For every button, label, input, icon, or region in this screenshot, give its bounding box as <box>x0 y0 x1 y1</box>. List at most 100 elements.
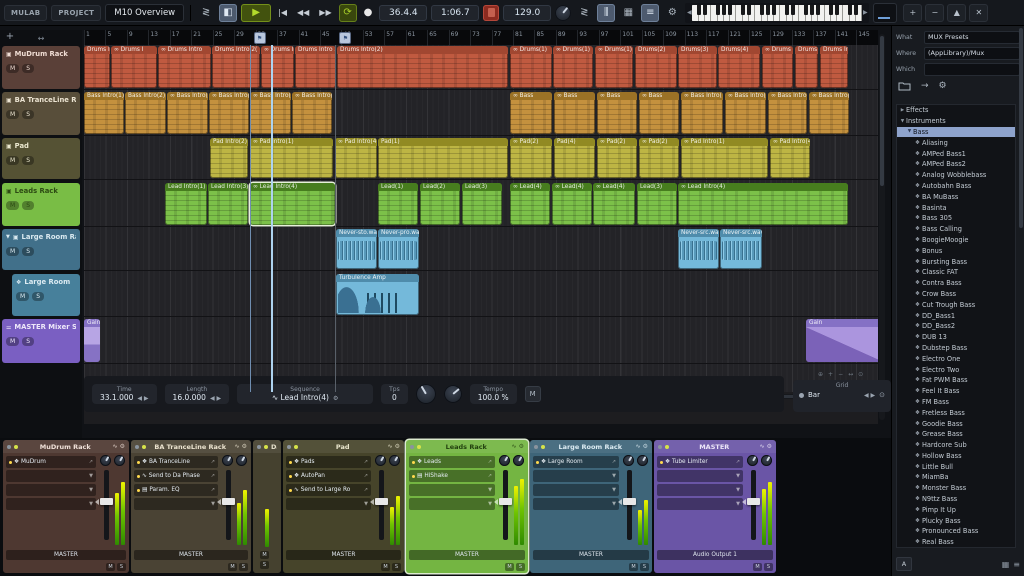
preset-item[interactable]: ❖Real Bass <box>897 537 1015 548</box>
clip[interactable]: ∞ Bass <box>554 92 595 134</box>
what-input[interactable]: MUX Presets <box>924 31 1020 44</box>
clip[interactable]: ∞ Bass Intro( <box>725 92 766 134</box>
track-mute-button[interactable]: M <box>16 292 29 301</box>
insert-slot-empty[interactable]: ▼ <box>409 484 495 496</box>
track-solo-button[interactable]: S <box>22 64 34 73</box>
insert-slot[interactable]: ∿ Send to Da Phase↗ <box>134 470 218 482</box>
routing-icon[interactable]: ≷ <box>197 4 215 22</box>
preset-item[interactable]: ❖Bonus <box>897 245 1015 256</box>
load-arrow-icon[interactable]: → <box>921 81 929 91</box>
preset-item[interactable]: ❖BoogieMoogie <box>897 235 1015 246</box>
track-lane[interactable]: Lead Intro(1)Lead Intro(3)∞ Lead Intro(4… <box>84 182 878 227</box>
preset-tree[interactable]: ▶Effects▼Instruments▼Bass❖Aliasing❖AMPed… <box>896 104 1016 548</box>
timeline-zoom-icon[interactable]: ↔ <box>848 371 853 378</box>
insert-slot-empty[interactable]: ▼ <box>657 484 743 496</box>
clip[interactable]: ∞ Lead Intro(4) <box>678 183 848 225</box>
forward-button[interactable]: ▶▶ <box>316 6 334 19</box>
preset-item[interactable]: ❖DUB 13 <box>897 332 1015 343</box>
clip[interactable]: Never-src.wav <box>678 229 719 269</box>
preset-item[interactable]: ❖Little Bull <box>897 461 1015 472</box>
strip-header[interactable]: Leads Rack∿ ⚙ <box>406 440 528 453</box>
insert-slot[interactable]: ❖ Leads↗ <box>409 456 495 468</box>
track-header-ba-tranceline-rack[interactable]: ▣BA TranceLine RackMS <box>2 92 80 135</box>
preset-item[interactable]: ❖Electro One <box>897 353 1015 364</box>
grid-enable-dot[interactable] <box>799 393 804 398</box>
strip-header-icons[interactable]: ∿ ⚙ <box>636 443 649 450</box>
mixer-strip-large-room-rack[interactable]: Large Room Rack∿ ⚙❖ Large Room↗▼▼▼MASTER… <box>530 440 652 573</box>
collapse-arrow-icon[interactable]: ▼ <box>6 234 10 240</box>
clip[interactable]: Drums Intro(2) <box>337 46 508 88</box>
strip-header-icons[interactable]: ∿ ⚙ <box>388 443 401 450</box>
clip[interactable]: ∞ Pad(2) <box>510 138 552 178</box>
preset-item[interactable]: ❖Basinta <box>897 202 1015 213</box>
clip[interactable]: ∞ Pad Intro(1) <box>250 138 333 178</box>
piano-black-key[interactable] <box>804 5 808 15</box>
strip-fader-handle[interactable] <box>375 498 388 505</box>
track-header-pad[interactable]: ▣PadMS <box>2 138 80 179</box>
clip[interactable]: Drums Intr <box>84 46 110 88</box>
strip-fader-track[interactable] <box>104 470 109 540</box>
preset-item[interactable]: ❖Pronounced Bass <box>897 526 1015 537</box>
modular-view-icon[interactable]: ≷ <box>575 4 593 22</box>
strip-fader-handle[interactable] <box>623 498 636 505</box>
slot-edit-icon[interactable]: ↗ <box>488 459 492 465</box>
clock-time-display[interactable]: 1:06.7 <box>431 5 479 21</box>
swing-knob[interactable] <box>416 384 436 404</box>
strip-gain-knob[interactable] <box>637 455 648 466</box>
browser-view-icon[interactable]: ▦ <box>1002 560 1010 569</box>
collapse-button[interactable]: ▲ <box>947 4 966 22</box>
piano-black-key[interactable] <box>835 5 839 15</box>
insert-slot-empty[interactable]: ▼ <box>286 498 371 510</box>
insert-slot[interactable]: ❖ BA TranceLine↗ <box>134 456 218 468</box>
strip-fader-track[interactable] <box>379 470 384 540</box>
clip[interactable]: Turbulence Amp <box>336 274 419 315</box>
clip[interactable]: ∞ Lead(4) <box>552 183 592 225</box>
clip[interactable]: ∞ Drums Intro <box>158 46 211 88</box>
slot-edit-icon[interactable]: ↗ <box>89 459 93 465</box>
clip[interactable]: ∞ Drums(1) <box>595 46 633 88</box>
piano-black-key[interactable] <box>697 5 701 15</box>
strip-header[interactable]: BA TranceLine Rack∿ ⚙ <box>131 440 251 453</box>
insert-slot-empty[interactable]: ▼ <box>657 498 743 510</box>
track-header-leads-rack[interactable]: ▣Leads RackMS <box>2 183 80 226</box>
strip-header[interactable]: Pad∿ ⚙ <box>283 440 404 453</box>
track-mute-button[interactable]: M <box>6 110 19 119</box>
track-solo-button[interactable]: S <box>22 156 34 165</box>
clip[interactable]: ∞ Drums Intro <box>261 46 294 88</box>
slot-edit-icon[interactable]: ↗ <box>736 459 740 465</box>
insert-slot[interactable]: ❖ AutoPan↗ <box>286 470 371 482</box>
strip-solo-button[interactable]: S <box>516 563 525 571</box>
insert-slot-empty[interactable]: ▼ <box>533 470 619 482</box>
strip-pan-knob[interactable] <box>100 455 111 466</box>
track-header-large-room[interactable]: ❖Large RoomMS <box>12 274 80 316</box>
strip-header-icons[interactable]: ∿ ⚙ <box>512 443 525 450</box>
strip-mute-button[interactable]: M <box>228 563 237 571</box>
preset-item[interactable]: ❖Grease Bass <box>897 429 1015 440</box>
preset-item[interactable]: ❖Cut Trough Bass <box>897 299 1015 310</box>
preset-item[interactable]: ❖AMPed Bass2 <box>897 159 1015 170</box>
strip-pan-knob[interactable] <box>222 455 233 466</box>
tree-expand-icon[interactable]: ▼ <box>906 129 913 134</box>
browser-tab-a-button[interactable]: A <box>896 557 912 571</box>
play-button[interactable]: ▶ <box>241 4 271 22</box>
timeline-marker-flag[interactable]: ⚑ <box>254 32 266 44</box>
tps-value[interactable]: 0 <box>389 393 400 402</box>
slot-edit-icon[interactable]: ↗ <box>211 459 215 465</box>
where-input[interactable]: (AppLibrary)/Mux <box>924 47 1020 60</box>
go-to-start-button[interactable]: |◀ <box>275 6 290 19</box>
preset-item[interactable]: ❖BA MuBass <box>897 191 1015 202</box>
strip-gain-knob[interactable] <box>513 455 524 466</box>
strip-header[interactable]: Large Room Rack∿ ⚙ <box>530 440 652 453</box>
track-mute-button[interactable]: M <box>6 247 19 256</box>
record-button[interactable]: ● <box>361 5 376 20</box>
insert-slot-empty[interactable]: ▼ <box>6 484 96 496</box>
preset-item[interactable]: ❖Crow Bass <box>897 289 1015 300</box>
strip-pan-knob[interactable] <box>375 455 386 466</box>
clip[interactable]: ∞ Drums(1) <box>553 46 593 88</box>
strip-output-button[interactable]: Audio Output 1 <box>657 550 773 560</box>
slot-edit-icon[interactable]: ↗ <box>211 487 215 493</box>
preset-item[interactable]: ❖Feel It Bass <box>897 386 1015 397</box>
strip-fader-handle[interactable] <box>222 498 235 505</box>
minimize-button[interactable]: − <box>925 4 944 22</box>
piano-keyboard[interactable]: ◀ ▶ <box>685 3 869 23</box>
